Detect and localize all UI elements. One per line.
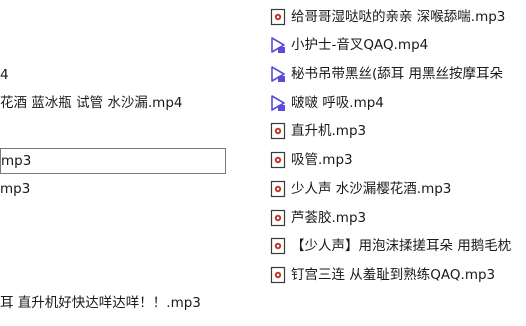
file-name: mp3	[1, 153, 32, 169]
file-column-right: 给哥哥湿哒哒的亲亲 深喉舔喘.mp3 小护士-音叉QAQ.mp4 秘书吊带黑丝(…	[268, 0, 526, 326]
file-name: 吸管.mp3	[291, 152, 353, 168]
file-item[interactable]: 钉宫三连 从羞耻到熟练QAQ.mp3	[268, 262, 526, 288]
file-name: 【少人声】用泡沫揉搓耳朵 用鹅毛枕	[291, 238, 512, 254]
video-file-icon	[270, 65, 286, 83]
audio-file-icon	[270, 209, 286, 227]
audio-file-icon	[270, 266, 286, 284]
audio-file-icon	[270, 151, 286, 169]
file-name: 给哥哥湿哒哒的亲亲 深喉舔喘.mp3	[291, 9, 506, 25]
file-item-selected[interactable]: mp3	[0, 148, 226, 174]
audio-file-icon	[270, 237, 286, 255]
file-item[interactable]: 小护士-音叉QAQ.mp4	[268, 32, 526, 58]
file-name: mp3	[0, 181, 31, 197]
file-item[interactable]: 耳 直升机好快达咩达咩！！.mp3	[0, 290, 262, 316]
file-item[interactable]: 【少人声】用泡沫揉搓耳朵 用鹅毛枕	[268, 233, 526, 259]
file-item[interactable]: 秘书吊带黑丝(舔耳 用黑丝按摩耳朵	[268, 61, 526, 87]
file-name: 直升机.mp3	[291, 123, 367, 139]
file-name: 少人声 水沙漏樱花酒.mp3	[291, 181, 452, 197]
audio-file-icon	[270, 180, 286, 198]
file-name: 4	[0, 67, 9, 83]
file-item[interactable]: 花酒 蓝冰瓶 试管 水沙漏.mp4	[0, 90, 262, 116]
file-item[interactable]: 吸管.mp3	[268, 147, 526, 173]
file-name: 耳 直升机好快达咩达咩！！.mp3	[0, 295, 201, 311]
file-name: 钉宫三连 从羞耻到熟练QAQ.mp3	[291, 267, 496, 283]
file-name: 芦荟胶.mp3	[291, 210, 367, 226]
file-item[interactable]: 啵啵 呼吸.mp4	[268, 90, 526, 116]
file-name: 啵啵 呼吸.mp4	[291, 95, 384, 111]
file-item[interactable]: 直升机.mp3	[268, 118, 526, 144]
file-list-view: 4 花酒 蓝冰瓶 试管 水沙漏.mp4 mp3 mp3 耳 直升机好快达咩达咩！…	[0, 0, 526, 326]
audio-file-icon	[270, 122, 286, 140]
file-name: 小护士-音叉QAQ.mp4	[291, 37, 429, 53]
file-item[interactable]: 少人声 水沙漏樱花酒.mp3	[268, 176, 526, 202]
file-name: 秘书吊带黑丝(舔耳 用黑丝按摩耳朵	[291, 66, 504, 82]
video-file-icon	[270, 94, 286, 112]
file-item[interactable]: mp3	[0, 176, 262, 202]
file-item[interactable]: 芦荟胶.mp3	[268, 205, 526, 231]
audio-file-icon	[270, 8, 286, 26]
file-item[interactable]: 给哥哥湿哒哒的亲亲 深喉舔喘.mp3	[268, 4, 526, 30]
file-item[interactable]: 4	[0, 62, 262, 88]
file-name: 花酒 蓝冰瓶 试管 水沙漏.mp4	[0, 95, 183, 111]
video-file-icon	[270, 36, 286, 54]
file-column-left: 4 花酒 蓝冰瓶 试管 水沙漏.mp4 mp3 mp3 耳 直升机好快达咩达咩！…	[0, 0, 262, 326]
